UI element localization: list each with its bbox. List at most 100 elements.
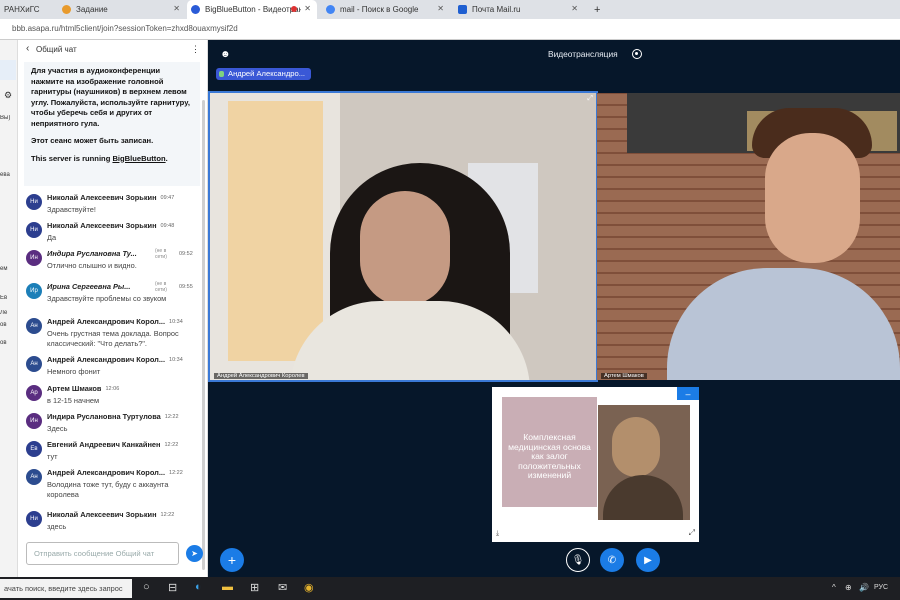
tab-assignment[interactable]: Задание ✕: [58, 0, 186, 19]
avatar[interactable]: Ин: [26, 413, 42, 429]
browser-tab-strip: РАНХиГС Задание ✕ BigBlueButton - Видеот…: [0, 0, 900, 19]
leave-audio-button[interactable]: ✆: [600, 548, 624, 572]
chevron-left-icon[interactable]: ‹: [26, 43, 29, 54]
chat-header: ‹ Общий чат ⋮: [18, 40, 208, 60]
message-time: 10:34: [169, 319, 183, 325]
edge-icon[interactable]: ◐: [195, 581, 202, 593]
tray-chevron-icon[interactable]: ^: [832, 583, 836, 592]
new-tab-button[interactable]: +: [590, 0, 606, 19]
fullscreen-icon[interactable]: ⤢: [689, 528, 695, 538]
avatar[interactable]: Ан: [26, 469, 42, 485]
bbb-icon: [191, 5, 200, 14]
message-sender: Андрей Александрович Корол...: [47, 468, 166, 477]
file-explorer-icon[interactable]: ▬: [222, 581, 233, 593]
chat-scrollbar[interactable]: [202, 100, 205, 570]
message-text: тут: [47, 452, 58, 461]
close-icon[interactable]: ✕: [173, 4, 180, 13]
message-time: 12:22: [164, 414, 179, 420]
send-button[interactable]: ➤: [186, 545, 203, 562]
avatar[interactable]: Ан: [26, 318, 42, 334]
left-strip-item[interactable]: ов: [0, 322, 18, 328]
avatar[interactable]: Ин: [26, 250, 42, 266]
main-area: ☻ Видеотрансляция Андрей Александро... А…: [208, 40, 900, 577]
close-icon[interactable]: ✕: [437, 4, 444, 13]
message-time: 09:52: [179, 251, 193, 257]
taskbar-search-box[interactable]: ачать поиск, введите здесь запрос: [0, 579, 132, 598]
avatar[interactable]: Ар: [26, 385, 42, 401]
message-sender: Николай Алексеевич Зорькин: [47, 510, 157, 519]
user-list-icon[interactable]: ☻: [220, 49, 231, 60]
message-sender: Андрей Александрович Корол...: [47, 317, 166, 326]
message-sender: Индира Руслановна Туртулова: [47, 412, 161, 421]
message-sender: Андрей Александрович Корол...: [47, 355, 166, 364]
video-tile-2[interactable]: Артем Шмаков: [597, 93, 900, 380]
message-time: 12:22: [169, 470, 183, 476]
task-view-icon[interactable]: ⊟: [168, 581, 177, 594]
avatar[interactable]: Ни: [26, 511, 42, 527]
chrome-icon[interactable]: ◉: [304, 581, 314, 594]
close-icon[interactable]: ✕: [571, 4, 578, 13]
camera-button[interactable]: ▶: [636, 548, 660, 572]
welcome-server-note: This server is running BigBlueButton.: [31, 154, 193, 165]
message-time: 10:34: [169, 357, 183, 363]
tab-label: Почта Mail.ru: [472, 5, 521, 14]
slide-image-body: [603, 475, 683, 520]
store-icon[interactable]: ⊞: [250, 581, 259, 594]
minimize-presentation-button[interactable]: –: [677, 387, 699, 400]
actions-button[interactable]: +: [220, 548, 244, 572]
tab-label: mail - Поиск в Google: [340, 5, 419, 14]
tab-google-search[interactable]: mail - Поиск в Google ✕: [322, 0, 450, 19]
user-panel-toggle[interactable]: [0, 60, 16, 80]
tray-network-icon[interactable]: ⊕: [845, 583, 852, 592]
plus-icon: +: [227, 552, 237, 568]
chat-title: Общий чат: [36, 45, 77, 54]
message-time: 09:47: [160, 195, 175, 201]
language-indicator[interactable]: РУС: [874, 584, 888, 591]
tab-label: BigBlueButton - Видеотранс...: [205, 5, 301, 14]
message-text: Немного фонит: [47, 367, 101, 376]
message-text: Очень грустная тема доклада. Вопрос клас…: [47, 329, 179, 348]
left-strip-item[interactable]: ем: [0, 266, 18, 272]
mail-icon[interactable]: ✉: [278, 581, 287, 594]
left-strip-item[interactable]: ева: [0, 172, 18, 178]
chat-message-input[interactable]: Отправить сообщение Общий чат: [26, 542, 179, 565]
page-title: Видеотрансляция: [548, 49, 618, 59]
tab-bigbluebutton[interactable]: BigBlueButton - Видеотранс... ✕: [187, 0, 317, 19]
left-strip-item[interactable]: Ле: [0, 310, 18, 316]
video-tile-1[interactable]: Андрей Александрович Королев ⤢: [208, 91, 598, 382]
chat-panel: ‹ Общий чат ⋮ Для участия в аудиоконфере…: [18, 40, 208, 577]
presentation-area[interactable]: Комплексная медицинская основа как залог…: [492, 387, 699, 542]
address-bar[interactable]: bbb.asapa.ru/html5client/join?sessionTok…: [0, 19, 900, 40]
avatar[interactable]: Ан: [26, 356, 42, 372]
url-text[interactable]: bbb.asapa.ru/html5client/join?sessionTok…: [12, 24, 238, 33]
message-text: Здравствуйте проблемы со звуком: [47, 294, 167, 303]
avatar[interactable]: Ев: [26, 441, 42, 457]
talker-name: Андрей Александро...: [228, 69, 306, 78]
bigbluebutton-link[interactable]: BigBlueButton: [112, 154, 165, 163]
avatar[interactable]: Ни: [26, 222, 42, 238]
person-face: [360, 191, 450, 306]
mute-button[interactable]: 🎙: [566, 548, 590, 572]
tab-mail-ru[interactable]: Почта Mail.ru ✕: [454, 0, 584, 19]
record-icon[interactable]: [632, 49, 642, 59]
left-strip-item[interactable]: ов: [0, 340, 18, 346]
message-sender: Индира Руслановна Ту...: [47, 249, 137, 258]
avatar[interactable]: Ни: [26, 194, 42, 210]
fullscreen-icon[interactable]: ⤢: [587, 95, 593, 103]
video-background-window: [228, 101, 323, 361]
welcome-text: This server is running: [31, 153, 113, 163]
message-sender: Николай Алексеевич Зорькин: [47, 221, 157, 230]
more-options-icon[interactable]: ⋮: [191, 44, 200, 55]
slide-image: [598, 405, 690, 520]
left-strip-item[interactable]: Ев: [0, 295, 18, 301]
message-text: здесь: [47, 522, 67, 531]
close-icon[interactable]: ✕: [304, 4, 311, 13]
tab-ranepa[interactable]: РАНХиГС: [0, 0, 56, 19]
cortana-icon[interactable]: ○: [143, 581, 150, 593]
download-icon[interactable]: ⤓: [496, 530, 499, 538]
video-label: Андрей Александрович Королев: [214, 373, 308, 379]
avatar[interactable]: Ир: [26, 283, 42, 299]
left-strip-item[interactable]: Вы): [0, 115, 18, 121]
tray-volume-icon[interactable]: 🔊: [859, 583, 869, 592]
message-time: 09:48: [160, 223, 175, 229]
